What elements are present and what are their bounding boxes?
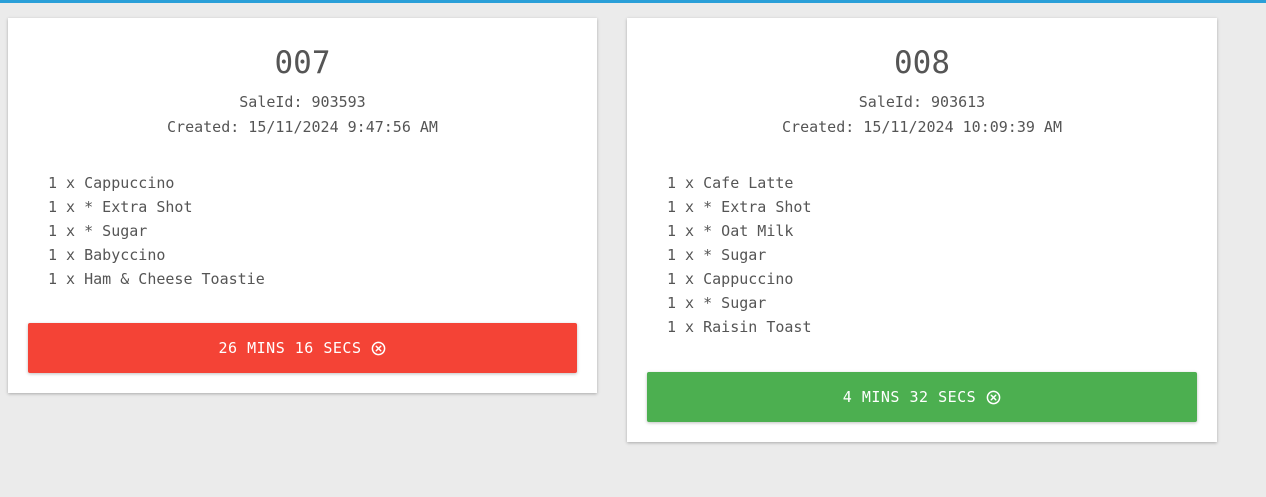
sale-id: SaleId: 903593	[239, 93, 366, 111]
order-item: 1 x * Sugar	[48, 222, 148, 240]
order-number: 007	[274, 45, 331, 81]
order-item: 1 x Cappuccino	[667, 270, 794, 288]
created-timestamp: Created: 15/11/2024 10:09:39 AM	[782, 118, 1062, 136]
order-items-list: 1 x Cafe Latte 1 x * Extra Shot 1 x * Oa…	[667, 171, 812, 339]
close-circle-icon	[371, 341, 386, 356]
order-item: 1 x * Extra Shot	[667, 198, 812, 216]
sale-id: SaleId: 903613	[858, 93, 986, 111]
complete-order-timer-button[interactable]: 26 MINS 16 SECS	[28, 323, 577, 373]
order-number: 008	[894, 45, 950, 81]
order-item: 1 x Cappuccino	[48, 174, 175, 192]
order-item: 1 x Ham & Cheese Toastie	[48, 270, 265, 288]
close-circle-icon	[986, 390, 1001, 405]
order-item: 1 x * Extra Shot	[48, 198, 193, 216]
order-item: 1 x * Sugar	[667, 294, 767, 312]
top-accent-bar	[0, 0, 1266, 3]
timer-label: 4 MINS 32 SECS	[842, 388, 977, 406]
timer-label: 26 MINS 16 SECS	[218, 339, 362, 357]
order-item: 1 x Raisin Toast	[667, 318, 812, 336]
order-item: 1 x * Oat Milk	[667, 222, 794, 240]
order-card: 008 SaleId: 903613 Created: 15/11/2024 1…	[627, 18, 1217, 442]
order-items-list: 1 x Cappuccino 1 x * Extra Shot 1 x * Su…	[48, 171, 265, 291]
complete-order-timer-button[interactable]: 4 MINS 32 SECS	[647, 372, 1197, 422]
order-item: 1 x Cafe Latte	[667, 174, 794, 192]
created-timestamp: Created: 15/11/2024 9:47:56 AM	[167, 118, 438, 136]
order-item: 1 x Babyccino	[48, 246, 166, 264]
order-card: 007 SaleId: 903593 Created: 15/11/2024 9…	[8, 18, 597, 393]
order-item: 1 x * Sugar	[667, 246, 767, 264]
